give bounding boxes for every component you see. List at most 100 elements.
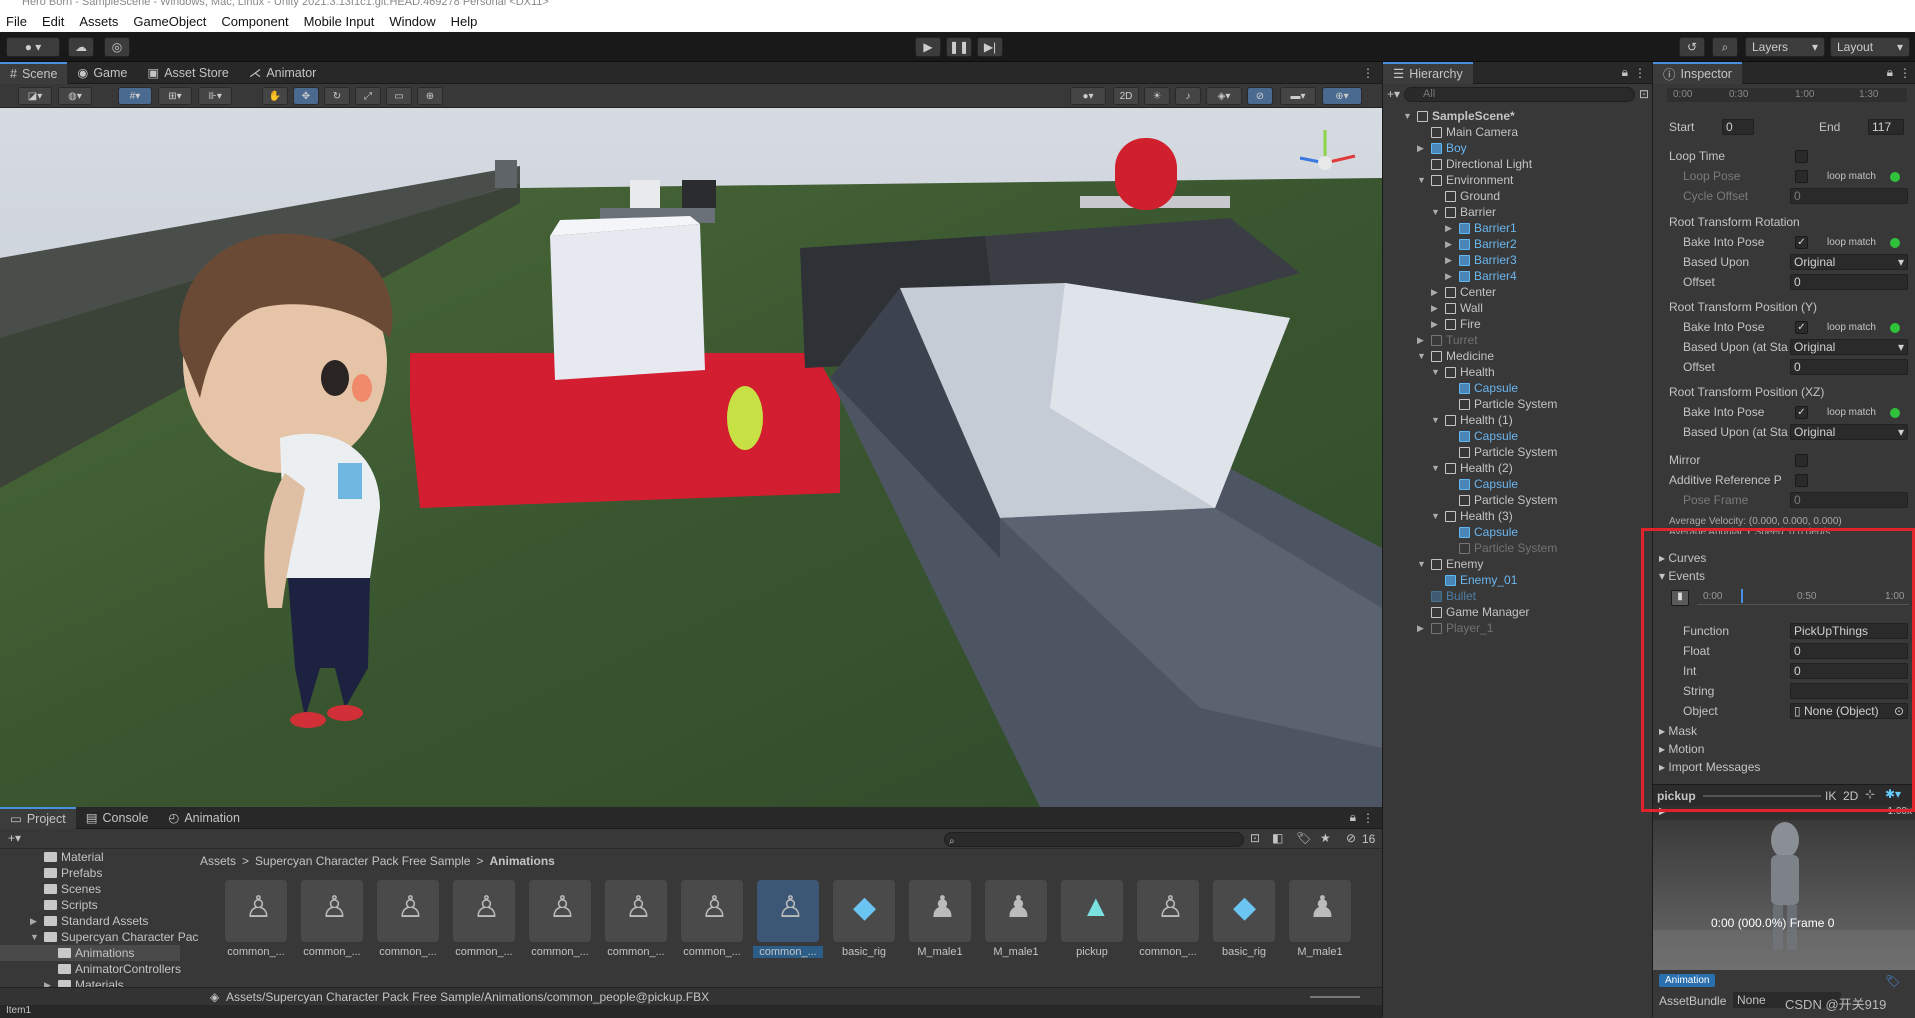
asset-thumbnail[interactable]: ♙: [529, 880, 591, 942]
asset-thumbnail[interactable]: ◆: [1213, 880, 1275, 942]
menu-edit[interactable]: Edit: [42, 14, 64, 29]
menu-mobile-input[interactable]: Mobile Input: [304, 14, 375, 29]
posy-offset-field[interactable]: 0: [1790, 359, 1908, 375]
type-filter-icon[interactable]: ◧: [1272, 831, 1283, 845]
icon-size-slider[interactable]: [1310, 996, 1360, 998]
foldout-arrow-icon[interactable]: ▶: [1417, 140, 1427, 156]
hierarchy-row[interactable]: Particle System: [1445, 492, 1557, 508]
hierarchy-row[interactable]: ▼ SampleScene*: [1403, 108, 1515, 124]
hierarchy-row[interactable]: ▼ Enemy: [1417, 556, 1483, 572]
asset-thumbnail[interactable]: ◆: [833, 880, 895, 942]
posxz-bake-checkbox[interactable]: ✓: [1795, 406, 1808, 419]
asset-thumbnail[interactable]: ♟: [985, 880, 1047, 942]
hierarchy-row[interactable]: Directional Light: [1417, 156, 1532, 172]
foldout-arrow-icon[interactable]: ▼: [30, 929, 40, 945]
layout-dropdown[interactable]: Layout ▾: [1830, 37, 1910, 57]
hierarchy-row[interactable]: Capsule: [1445, 524, 1518, 540]
asset-thumbnail[interactable]: ♙: [1137, 880, 1199, 942]
hierarchy-row[interactable]: Particle System: [1445, 444, 1557, 460]
foldout-arrow-icon[interactable]: ▶: [1445, 220, 1455, 236]
hierarchy-row[interactable]: ▼ Barrier: [1431, 204, 1496, 220]
breadcrumb-item[interactable]: Animations: [489, 854, 554, 868]
clip-timeline[interactable]: 0:00 0:30 1:00 1:30: [1667, 88, 1907, 102]
loop-pose-checkbox[interactable]: [1795, 170, 1808, 183]
mirror-checkbox[interactable]: [1795, 454, 1808, 467]
foldout-arrow-icon[interactable]: ▼: [1431, 508, 1441, 524]
hierarchy-row[interactable]: Game Manager: [1417, 604, 1529, 620]
add-event-button[interactable]: ▮: [1671, 590, 1689, 606]
audio-toggle[interactable]: ♪: [1175, 87, 1201, 105]
hierarchy-row[interactable]: ▼ Health: [1431, 364, 1495, 380]
cloud-button[interactable]: ☁: [68, 37, 94, 57]
project-folder[interactable]: Prefabs: [30, 865, 102, 881]
hierarchy-row[interactable]: ▶ Player_1: [1417, 620, 1493, 636]
curves-foldout[interactable]: ▸ Curves: [1659, 550, 1706, 567]
hierarchy-row[interactable]: ▶ Barrier3: [1445, 252, 1517, 268]
collab-button[interactable]: ◎: [104, 37, 130, 57]
events-foldout[interactable]: ▾ Events: [1659, 568, 1705, 585]
menu-component[interactable]: Component: [221, 14, 288, 29]
more-menu-icon[interactable]: ⋮: [1362, 66, 1374, 80]
project-search[interactable]: ⌕: [944, 832, 1244, 847]
tab-project[interactable]: ▭ Project: [0, 806, 76, 829]
string-field[interactable]: [1790, 683, 1908, 699]
preview-slider[interactable]: [1703, 795, 1821, 797]
menu-gameobject[interactable]: GameObject: [133, 14, 206, 29]
project-folder[interactable]: ▼ Supercyan Character Pac: [30, 929, 198, 945]
loop-time-checkbox[interactable]: [1795, 150, 1808, 163]
asset-thumbnail[interactable]: ♙: [377, 880, 439, 942]
hierarchy-row[interactable]: Main Camera: [1417, 124, 1518, 140]
ik-toggle[interactable]: IK: [1825, 789, 1836, 803]
posy-based-upon-dropdown[interactable]: Original ▾: [1790, 339, 1908, 355]
posxz-based-upon-dropdown[interactable]: Original ▾: [1790, 424, 1908, 440]
posy-bake-checkbox[interactable]: ✓: [1795, 321, 1808, 334]
hierarchy-row[interactable]: Enemy_01: [1431, 572, 1517, 588]
visibility-toggle[interactable]: ⊘: [1247, 87, 1273, 105]
pivot-icon[interactable]: ⊹: [1865, 787, 1875, 801]
scene-viewport[interactable]: [0, 108, 1382, 807]
label-filter-icon[interactable]: 🏷︎: [1296, 831, 1311, 845]
hierarchy-row[interactable]: Bullet: [1417, 588, 1476, 604]
tab-asset-store[interactable]: ▣ Asset Store: [137, 62, 238, 84]
event-marker[interactable]: [1741, 589, 1743, 603]
cycle-offset-field[interactable]: 0: [1790, 188, 1908, 204]
draw-mode-dropdown[interactable]: ◪▾: [18, 87, 52, 105]
avatar-icon[interactable]: ✱▾: [1885, 787, 1901, 801]
foldout-arrow-icon[interactable]: ▼: [1403, 108, 1413, 124]
create-icon[interactable]: ⊡: [1250, 831, 1260, 845]
mask-foldout[interactable]: ▸ Mask: [1659, 723, 1697, 740]
import-messages-foldout[interactable]: ▸ Import Messages: [1659, 759, 1760, 776]
foldout-arrow-icon[interactable]: ▶: [30, 913, 40, 929]
grid-snap-button[interactable]: #▾: [118, 87, 152, 105]
add-icon[interactable]: +▾: [1387, 87, 1400, 101]
breadcrumb-item[interactable]: Assets: [200, 854, 236, 868]
hierarchy-row[interactable]: ▼ Health (1): [1431, 412, 1513, 428]
foldout-arrow-icon[interactable]: ▼: [1431, 204, 1441, 220]
rect-tool[interactable]: ▭: [386, 87, 412, 105]
foldout-arrow-icon[interactable]: ▼: [1417, 172, 1427, 188]
asset-thumbnail[interactable]: ▲: [1061, 880, 1123, 942]
render-dropdown[interactable]: ◍▾: [58, 87, 92, 105]
hierarchy-row[interactable]: ▼ Health (3): [1431, 508, 1513, 524]
tag-icon[interactable]: 🏷︎: [1885, 974, 1900, 988]
tab-game[interactable]: ◉ Game: [67, 62, 137, 84]
foldout-arrow-icon[interactable]: ▶: [1431, 316, 1441, 332]
hierarchy-row[interactable]: Ground: [1431, 188, 1500, 204]
asset-thumbnail[interactable]: ♙: [757, 880, 819, 942]
foldout-arrow-icon[interactable]: ▶: [1417, 332, 1427, 348]
foldout-arrow-icon[interactable]: ▶: [1445, 268, 1455, 284]
start-field[interactable]: 0: [1722, 119, 1754, 135]
hierarchy-search[interactable]: All: [1404, 86, 1635, 102]
hierarchy-row[interactable]: ▶ Turret: [1417, 332, 1478, 348]
foldout-arrow-icon[interactable]: ▼: [1431, 364, 1441, 380]
object-field[interactable]: ▯ None (Object) ⊙: [1790, 703, 1908, 719]
hierarchy-row[interactable]: Capsule: [1445, 380, 1518, 396]
account-button[interactable]: ● ▾: [6, 37, 60, 57]
camera-mode-dropdown[interactable]: ●▾: [1070, 87, 1106, 105]
project-folder[interactable]: Scripts: [30, 897, 98, 913]
foldout-arrow-icon[interactable]: ▼: [1431, 412, 1441, 428]
more-menu-icon[interactable]: ⋮: [1899, 66, 1911, 80]
rotate-tool[interactable]: ↻: [324, 87, 350, 105]
function-field[interactable]: PickUpThings: [1790, 623, 1908, 639]
project-folder[interactable]: Animations: [0, 945, 180, 961]
